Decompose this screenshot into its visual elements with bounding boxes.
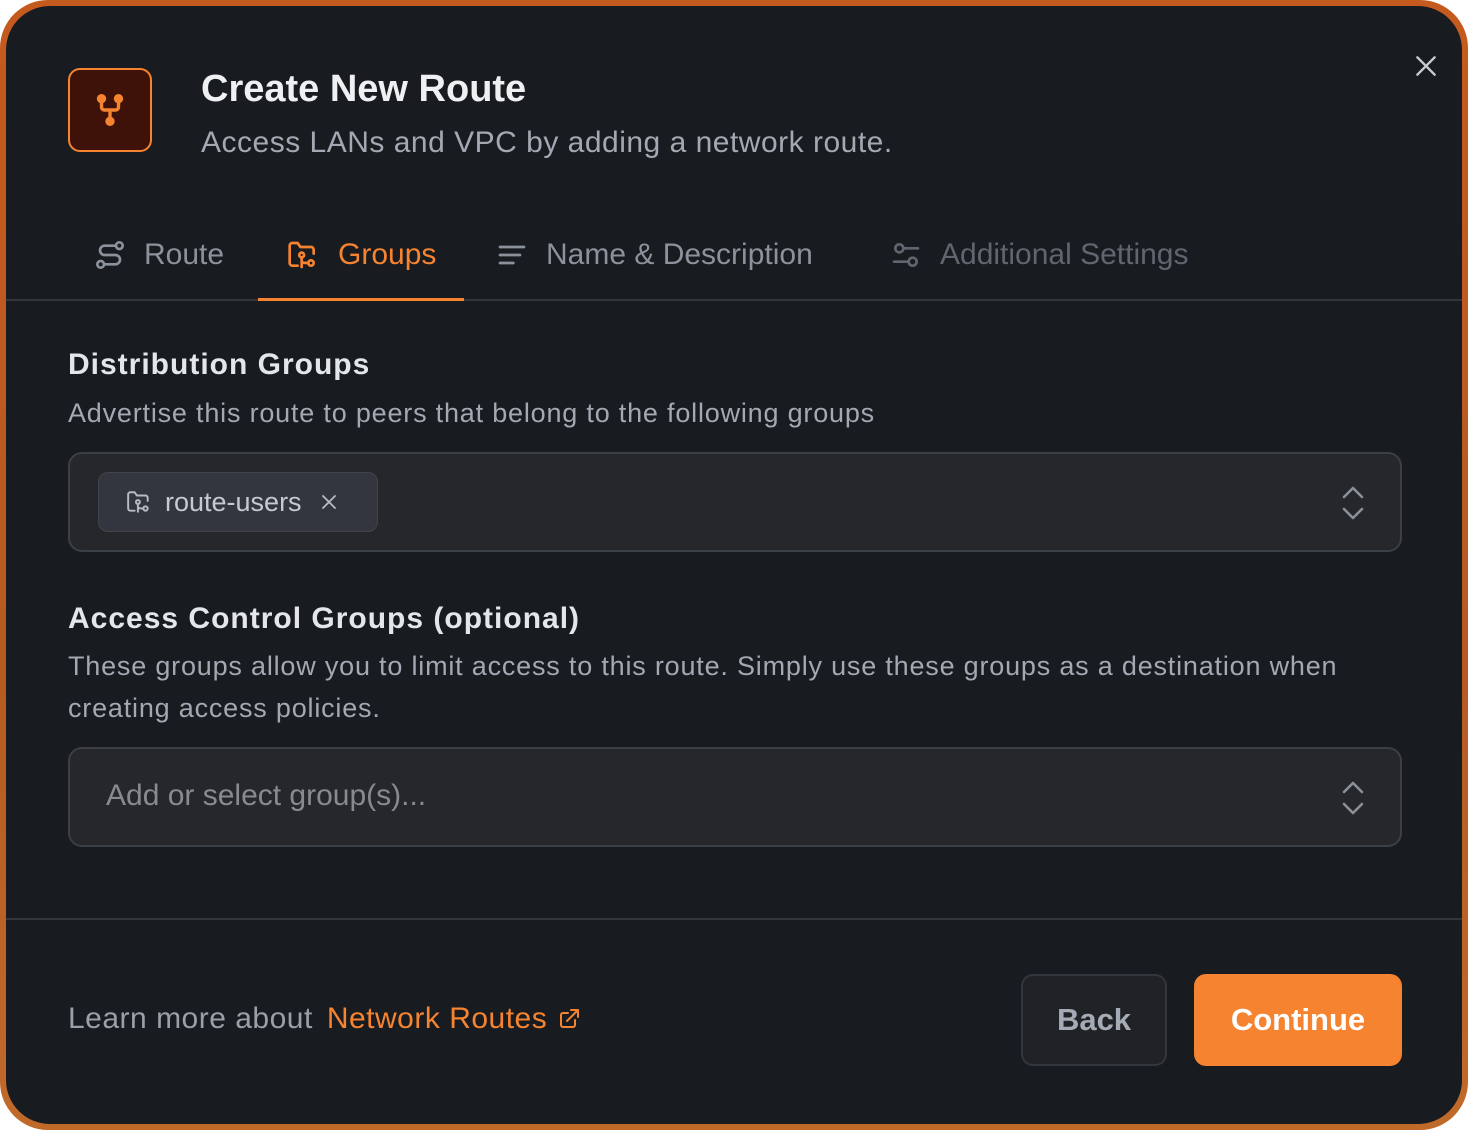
route-fork-icon <box>68 68 152 152</box>
folder-group-icon <box>127 491 149 513</box>
tab-groups[interactable]: Groups <box>257 211 465 301</box>
network-routes-link-label: Network Routes <box>326 1002 548 1035</box>
step-tabs: Route Groups Name & Description Addition… <box>6 211 1462 301</box>
distribution-groups-description: Advertise this route to peers that belon… <box>68 398 875 428</box>
tab-additional-settings[interactable]: Additional Settings <box>890 211 1189 299</box>
chevron-up-down-icon <box>1342 781 1364 815</box>
route-icon <box>96 241 124 269</box>
access-control-groups-select[interactable]: Add or select group(s)... <box>68 747 1402 847</box>
tab-groups-label: Groups <box>338 238 437 271</box>
chevron-up-down-icon <box>1342 486 1364 520</box>
tab-route[interactable]: Route <box>94 211 224 299</box>
create-route-modal: Create New Route Access LANs and VPC by … <box>6 6 1462 1124</box>
modal-title: Create New Route <box>201 68 527 110</box>
close-button[interactable] <box>1406 46 1446 86</box>
learn-more-prefix: Learn more about <box>68 1002 313 1035</box>
external-link-icon <box>560 1009 580 1028</box>
footer-divider <box>6 918 1462 920</box>
distribution-groups-select[interactable]: route-users <box>68 452 1402 552</box>
folder-group-icon <box>288 241 315 269</box>
distribution-groups-title: Distribution Groups <box>68 348 371 381</box>
access-control-groups-title: Access Control Groups (optional) <box>68 602 581 635</box>
group-chip-label: route-users <box>165 486 302 517</box>
tab-name-description-label: Name & Description <box>546 238 813 271</box>
close-icon <box>321 495 336 509</box>
settings-sliders-icon <box>892 243 920 267</box>
learn-more: Learn more about Network Routes <box>68 1002 581 1036</box>
back-button[interactable]: Back <box>1021 974 1167 1066</box>
close-icon <box>1416 56 1436 76</box>
tab-additional-settings-label: Additional Settings <box>940 238 1189 271</box>
remove-group-button[interactable] <box>320 493 338 511</box>
group-chip: route-users <box>98 472 378 532</box>
modal-frame: Create New Route Access LANs and VPC by … <box>0 0 1468 1130</box>
tab-route-label: Route <box>144 238 225 271</box>
network-routes-link[interactable]: Network Routes <box>327 1002 581 1036</box>
tab-name-description[interactable]: Name & Description <box>496 211 813 299</box>
access-control-groups-description: These groups allow you to limit access t… <box>68 651 1338 723</box>
modal-subtitle: Access LANs and VPC by adding a network … <box>201 126 893 159</box>
continue-button[interactable]: Continue <box>1194 974 1402 1066</box>
access-control-groups-placeholder: Add or select group(s)... <box>106 779 427 812</box>
text-lines-icon <box>498 245 526 265</box>
